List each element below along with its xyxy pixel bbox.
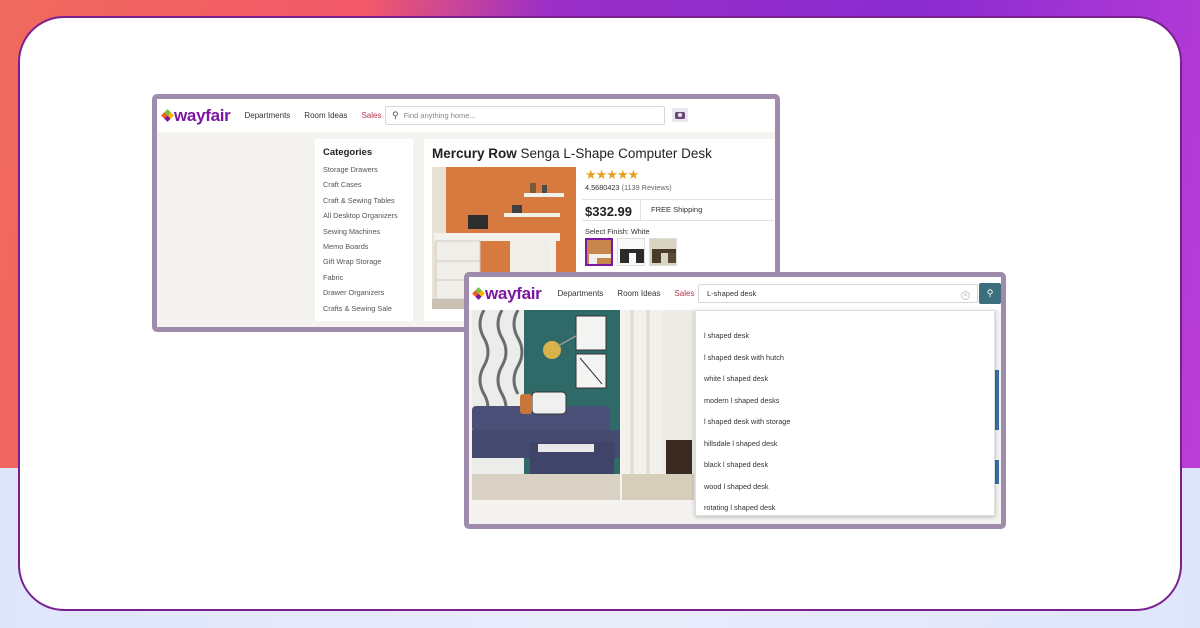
category-item[interactable]: Drawer Organizers: [323, 288, 384, 297]
living-room-image: [472, 310, 620, 500]
finish-selector-label: Select Finish: White: [585, 227, 650, 236]
curtain-room-image: [622, 310, 694, 500]
nav-departments[interactable]: Departments: [245, 111, 291, 120]
nav-sales[interactable]: Sales: [361, 111, 381, 120]
search-suggestions-dropdown: l shaped desk l shaped desk with hutch w…: [695, 310, 995, 516]
search-icon: ⚲: [392, 110, 399, 120]
nav-room-ideas[interactable]: Room Ideas: [304, 111, 347, 120]
price-row: $332.99 FREE Shipping: [582, 199, 774, 221]
suggestion-item[interactable]: l shaped desk: [704, 331, 749, 340]
logo-mark-icon: [161, 109, 174, 122]
suggestion-item[interactable]: modern l shaped desks: [704, 396, 779, 405]
logo-mark-icon: [472, 287, 485, 300]
suggestion-item[interactable]: white l shaped desk: [704, 374, 768, 383]
suggestion-item[interactable]: wood l shaped desk: [704, 482, 769, 491]
wayfair-logo[interactable]: wayfair: [161, 106, 231, 126]
product-name: Senga L-Shape Computer Desk: [520, 146, 712, 161]
suggestion-item[interactable]: black l shaped desk: [704, 460, 768, 469]
category-item[interactable]: All Desktop Organizers: [323, 211, 398, 220]
rating-stars-icon: ★★★★★: [585, 167, 639, 182]
finish-swatch-black[interactable]: [617, 238, 645, 266]
product-title: Mercury Row Senga L-Shape Computer Desk: [432, 146, 712, 161]
search-suggestions-window: wayfair Departments Room Ideas Sales L-s…: [464, 272, 1006, 529]
categories-panel: Categories Storage Drawers Craft Cases C…: [315, 139, 413, 321]
nav-room-ideas[interactable]: Room Ideas: [617, 289, 660, 298]
suggestion-item[interactable]: l shaped desk with hutch: [704, 353, 784, 362]
suggestion-item[interactable]: l shaped desk with storage: [704, 417, 790, 426]
search-button[interactable]: ⚲: [979, 283, 1001, 304]
category-item[interactable]: Fabric: [323, 273, 343, 282]
category-item[interactable]: Crafts & Sewing Sale: [323, 304, 392, 313]
search-input[interactable]: ⚲ Find anything home...: [385, 106, 665, 125]
finish-swatch-espresso[interactable]: [649, 238, 677, 266]
review-count[interactable]: (1139 Reviews): [622, 183, 672, 192]
search-query: L-shaped desk: [707, 289, 757, 298]
product-brand[interactable]: Mercury Row: [432, 146, 517, 161]
suggestion-item[interactable]: rotating l shaped desk: [704, 503, 775, 512]
product-price: $332.99: [585, 204, 632, 219]
finish-swatch-white[interactable]: [585, 238, 613, 266]
category-item[interactable]: Storage Drawers: [323, 165, 378, 174]
rating-text: 4.5680423 (1139 Reviews): [585, 183, 672, 192]
rating-value: 4.5680423: [585, 183, 620, 192]
nav-departments[interactable]: Departments: [558, 289, 604, 298]
category-item[interactable]: Craft & Sewing Tables: [323, 196, 395, 205]
camera-icon[interactable]: [672, 108, 688, 122]
categories-title: Categories: [323, 147, 373, 158]
search-input[interactable]: L-shaped desk: [698, 284, 978, 303]
site-header: wayfair Departments Room Ideas Sales L-s…: [469, 277, 1001, 310]
nav-sales[interactable]: Sales: [674, 289, 694, 298]
shipping-badge: FREE Shipping: [640, 200, 702, 220]
wayfair-logo[interactable]: wayfair: [472, 284, 542, 304]
suggestion-item[interactable]: hillsdale l shaped desk: [704, 439, 777, 448]
category-item[interactable]: Gift Wrap Storage: [323, 257, 381, 266]
clear-search-icon[interactable]: ×: [961, 291, 970, 300]
category-item[interactable]: Memo Boards: [323, 242, 368, 251]
finish-value: White: [630, 227, 650, 236]
category-item[interactable]: Craft Cases: [323, 180, 362, 189]
category-item[interactable]: Sewing Machines: [323, 227, 380, 236]
site-header: wayfair Departments Room Ideas Sales ⚲ F…: [157, 99, 775, 132]
search-icon: ⚲: [986, 288, 994, 298]
